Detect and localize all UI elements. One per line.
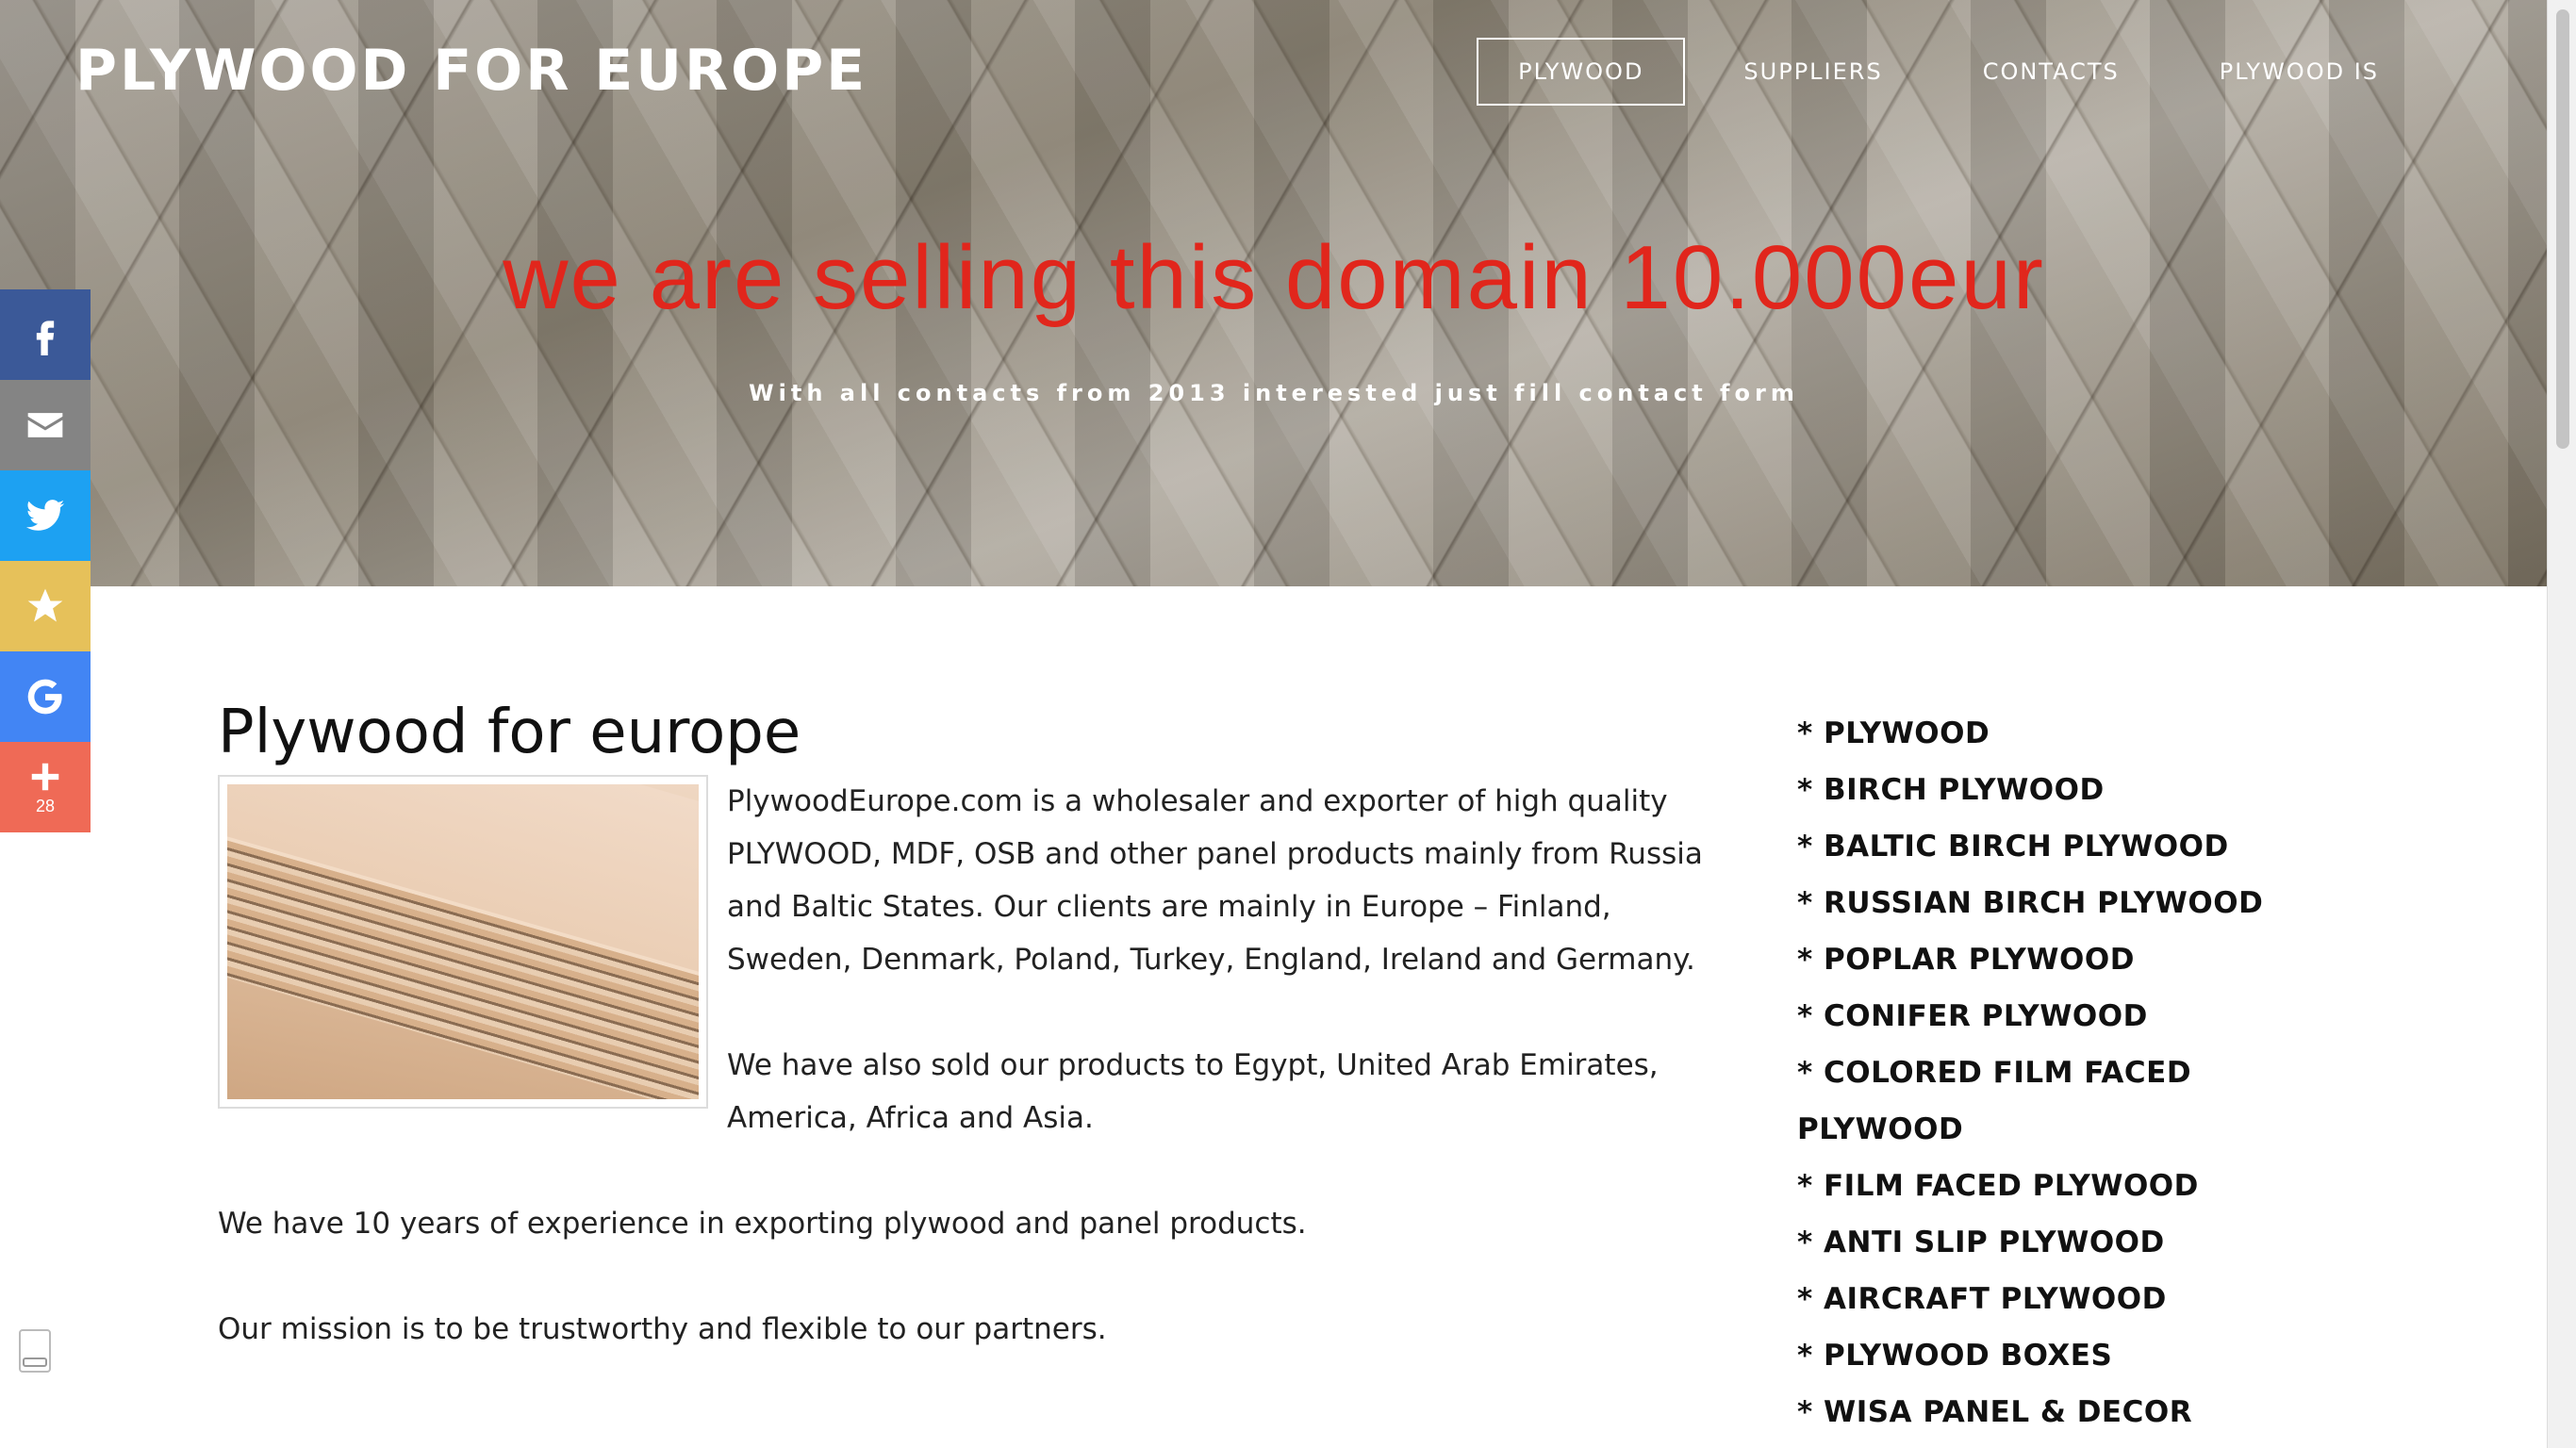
scrollbar-thumb[interactable] [2556, 9, 2569, 449]
nav-item-plywood[interactable]: PLYWOOD [1477, 38, 1686, 106]
sidebar-item-plywood[interactable]: * PLYWOOD [1797, 705, 2363, 762]
plywood-image-frame [218, 775, 708, 1109]
star-icon [27, 588, 63, 622]
scrollbar-track[interactable] [2547, 0, 2576, 1448]
mobile-view-icon[interactable] [19, 1329, 51, 1373]
google-icon [27, 679, 62, 715]
nav-item-contacts[interactable]: CONTACTS [1941, 38, 2161, 106]
bookmark-share-button[interactable] [0, 561, 91, 651]
page-title: Plywood for europe [218, 698, 801, 767]
facebook-icon [36, 321, 55, 355]
product-category-sidebar: * PLYWOOD * BIRCH PLYWOOD * BALTIC BIRCH… [1797, 705, 2363, 1440]
paragraph-mission: Our mission is to be trustworthy and fle… [218, 1312, 1107, 1346]
plywood-sheet-image [227, 784, 699, 1099]
sidebar-item-film-faced-plywood[interactable]: * FILM FACED PLYWOOD [1797, 1158, 2363, 1214]
sidebar-item-aircraft-plywood[interactable]: * AIRCRAFT PLYWOOD [1797, 1271, 2363, 1327]
nav-item-suppliers[interactable]: SUPPLIERS [1702, 38, 1924, 106]
sidebar-item-russian-birch-plywood[interactable]: * RUSSIAN BIRCH PLYWOOD [1797, 875, 2363, 931]
hero-title: we are selling this domain 10.000eur [503, 227, 2045, 328]
facebook-share-button[interactable] [0, 289, 91, 380]
paragraph-experience: We have 10 years of experience in export… [218, 1207, 1307, 1241]
sidebar-item-birch-plywood[interactable]: * BIRCH PLYWOOD [1797, 762, 2363, 818]
sidebar-item-conifer-plywood[interactable]: * CONIFER PLYWOOD [1797, 988, 2363, 1045]
sidebar-item-anti-slip-plywood[interactable]: * ANTI SLIP PLYWOOD [1797, 1214, 2363, 1271]
plus-icon [31, 763, 59, 790]
email-share-button[interactable] [0, 380, 91, 470]
share-count: 28 [35, 796, 56, 815]
social-share-bar: 28 [0, 289, 91, 832]
email-icon [27, 413, 63, 437]
sidebar-item-colored-film-faced-plywood[interactable]: * COLORED FILM FACED PLYWOOD [1797, 1045, 2363, 1158]
site-logo-text[interactable]: PLYWOOD FOR EUROPE [75, 38, 867, 104]
more-share-button[interactable]: 28 [0, 742, 91, 832]
sidebar-item-baltic-birch-plywood[interactable]: * BALTIC BIRCH PLYWOOD [1797, 818, 2363, 875]
main-nav: PLYWOOD SUPPLIERS CONTACTS PLYWOOD IS [1460, 38, 2420, 106]
article-body: PlywoodEurope.com is a wholesaler and ex… [218, 775, 1726, 1356]
sidebar-item-plywood-boxes[interactable]: * PLYWOOD BOXES [1797, 1327, 2363, 1384]
main-content: Plywood for europe PlywoodEurope.com is … [218, 698, 1726, 1356]
hero-subtitle: With all contacts from 2013 interested j… [749, 380, 1799, 406]
sidebar-item-wisa-panel-decor[interactable]: * WISA PANEL & DECOR [1797, 1384, 2363, 1440]
hero-banner: PLYWOOD FOR EUROPE PLYWOOD SUPPLIERS CON… [0, 0, 2548, 586]
twitter-share-button[interactable] [0, 470, 91, 561]
nav-item-plywood-is[interactable]: PLYWOOD IS [2178, 38, 2420, 106]
google-share-button[interactable] [0, 651, 91, 742]
twitter-icon [25, 500, 65, 531]
sidebar-item-poplar-plywood[interactable]: * POPLAR PLYWOOD [1797, 931, 2363, 988]
